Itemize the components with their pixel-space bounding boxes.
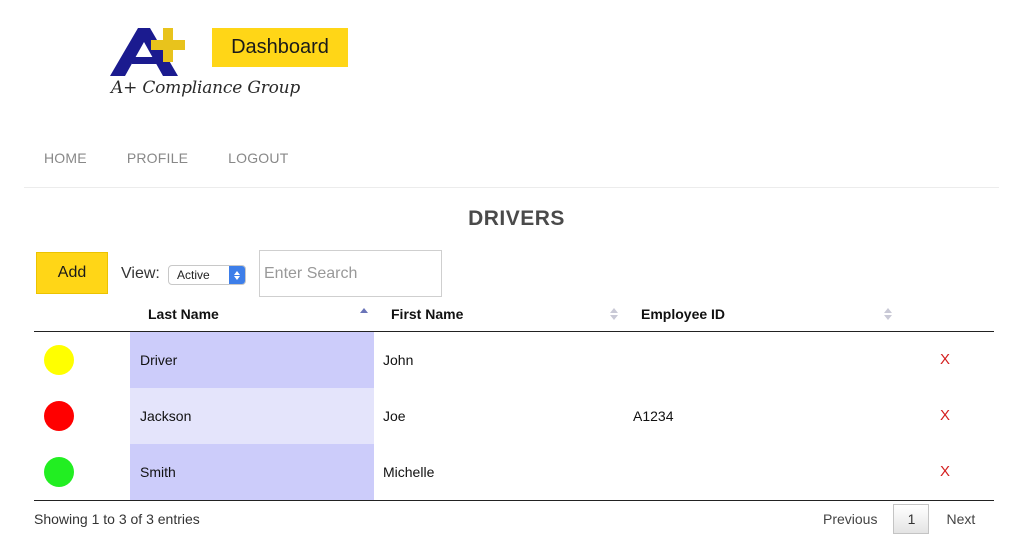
nav-logout-link[interactable]: LOGOUT bbox=[228, 150, 288, 166]
cell-last-name: Smith bbox=[130, 444, 374, 500]
view-label: View: bbox=[121, 265, 160, 282]
page-1-button[interactable]: 1 bbox=[893, 504, 930, 534]
table-row[interactable]: Driver John X bbox=[34, 332, 994, 388]
nav-divider bbox=[24, 187, 999, 188]
main-nav: HOME PROFILE LOGOUT bbox=[44, 150, 288, 166]
cell-last-name: Driver bbox=[130, 332, 374, 388]
pagination: Previous 1 Next bbox=[812, 504, 975, 534]
delete-button[interactable]: X bbox=[940, 351, 950, 368]
cell-first-name: John bbox=[383, 352, 414, 368]
view-select[interactable]: Active bbox=[168, 265, 246, 285]
status-indicator bbox=[44, 401, 74, 431]
table-bottom-border bbox=[34, 500, 994, 501]
select-arrows-icon bbox=[229, 266, 245, 284]
sort-icon[interactable] bbox=[610, 308, 618, 322]
table-row[interactable]: Jackson Joe A1234 X bbox=[34, 388, 994, 444]
search-input[interactable] bbox=[259, 250, 442, 297]
nav-home-link[interactable]: HOME bbox=[44, 150, 87, 166]
cell-employee-id: A1234 bbox=[633, 408, 674, 424]
nav-profile-link[interactable]: PROFILE bbox=[127, 150, 188, 166]
view-select-value: Active bbox=[177, 268, 210, 282]
next-button[interactable]: Next bbox=[946, 511, 975, 527]
column-header-last-name[interactable]: Last Name bbox=[148, 306, 219, 322]
dashboard-badge: Dashboard bbox=[212, 28, 348, 67]
column-header-first-name[interactable]: First Name bbox=[391, 306, 463, 322]
table-header: Last Name First Name Employee ID bbox=[34, 300, 994, 332]
sort-asc-icon[interactable] bbox=[360, 308, 368, 322]
logo-mark bbox=[110, 28, 185, 76]
last-name-text: Jackson bbox=[140, 408, 192, 424]
last-name-text: Smith bbox=[140, 464, 176, 480]
delete-button[interactable]: X bbox=[940, 463, 950, 480]
logo-text: A+ Compliance Group bbox=[111, 78, 301, 98]
table-row[interactable]: Smith Michelle X bbox=[34, 444, 994, 500]
entries-info: Showing 1 to 3 of 3 entries bbox=[34, 511, 200, 527]
cell-first-name: Joe bbox=[383, 408, 406, 424]
cell-last-name: Jackson bbox=[130, 388, 374, 444]
column-header-employee-id[interactable]: Employee ID bbox=[641, 306, 725, 322]
page: A+ Compliance Group Dashboard HOME PROFI… bbox=[0, 0, 1033, 558]
status-indicator bbox=[44, 457, 74, 487]
cell-first-name: Michelle bbox=[383, 464, 435, 480]
delete-button[interactable]: X bbox=[940, 407, 950, 424]
previous-button[interactable]: Previous bbox=[823, 511, 877, 527]
status-indicator bbox=[44, 345, 74, 375]
page-title: DRIVERS bbox=[468, 207, 565, 230]
drivers-table: Last Name First Name Employee ID Driver … bbox=[34, 300, 994, 501]
add-driver-button[interactable]: Add bbox=[36, 252, 108, 294]
sort-icon[interactable] bbox=[884, 308, 892, 322]
last-name-text: Driver bbox=[140, 352, 178, 368]
